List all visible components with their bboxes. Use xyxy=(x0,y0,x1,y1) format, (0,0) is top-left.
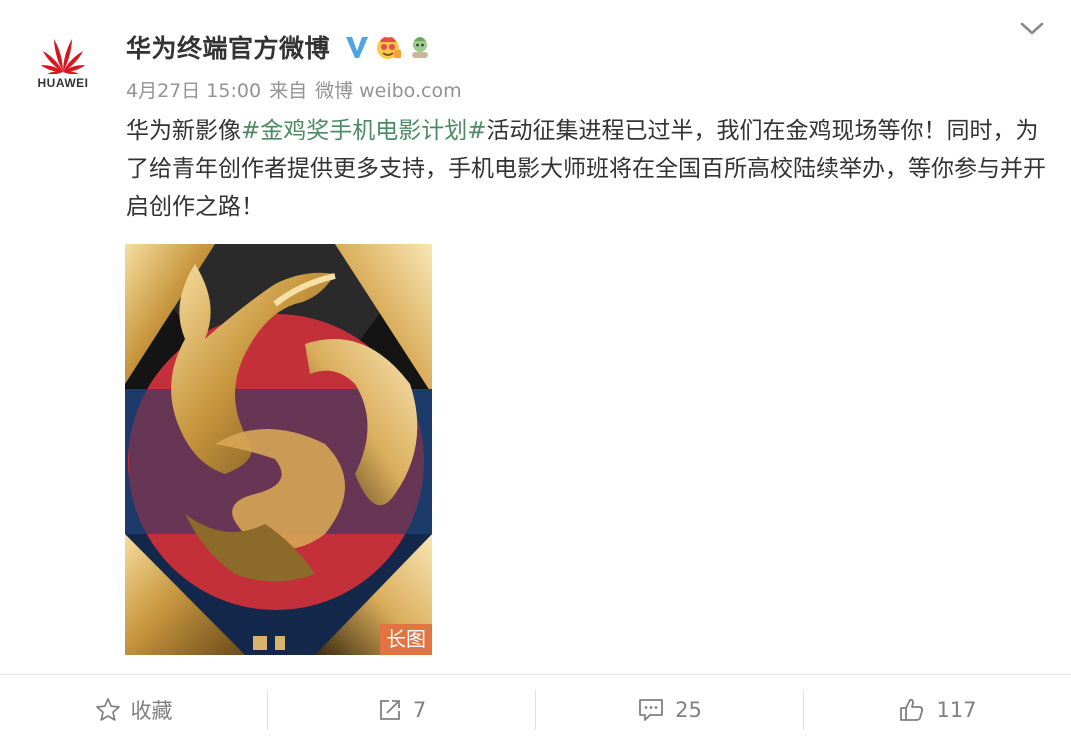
hashtag-link[interactable]: #金鸡奖手机电影计划# xyxy=(241,118,487,144)
post-meta: 4月27日 15:00 来自 微博 weibo.com xyxy=(126,76,462,103)
repost-button[interactable]: 7 xyxy=(268,686,535,734)
comment-button[interactable]: 25 xyxy=(536,686,803,734)
favorite-button[interactable]: 收藏 xyxy=(0,686,267,734)
post-text-before: 华为新影像 xyxy=(126,118,241,144)
post-time[interactable]: 4月27日 15:00 xyxy=(126,76,261,103)
huawei-logo-icon xyxy=(40,39,86,74)
avatar-brand-text: HUAWEI xyxy=(37,76,89,90)
like-button[interactable]: 117 xyxy=(804,686,1071,734)
action-bar: 收藏 7 25 117 xyxy=(0,686,1071,734)
avatar[interactable]: HUAWEI xyxy=(22,22,104,104)
like-count: 117 xyxy=(936,698,977,722)
comment-icon xyxy=(639,699,664,721)
green-sprite-badge-icon xyxy=(412,37,429,58)
author-name[interactable]: 华为终端官方微博 xyxy=(126,29,330,65)
long-image-badge: 长图 xyxy=(380,624,432,655)
divider xyxy=(0,674,1071,675)
thumbs-up-icon xyxy=(900,698,924,721)
post-image[interactable]: 长图 xyxy=(125,244,432,655)
chevron-down-icon[interactable] xyxy=(1019,18,1045,40)
post-text: 华为新影像#金鸡奖手机电影计划#活动征集进程已过半，我们在金鸡现场等你！同时，为… xyxy=(126,112,1046,226)
post-header: 华为终端官方微博 xyxy=(126,30,434,64)
favorite-label: 收藏 xyxy=(130,699,173,723)
comment-count: 25 xyxy=(675,698,702,722)
repost-icon xyxy=(379,700,400,720)
golden-rooster-poster-image xyxy=(125,244,432,655)
star-icon xyxy=(95,698,120,721)
member-emoji-badge-icon xyxy=(377,37,402,59)
verified-v-icon xyxy=(346,37,369,58)
repost-count: 7 xyxy=(412,698,427,722)
source-prefix: 来自 xyxy=(269,80,308,102)
post-source[interactable]: 微博 weibo.com xyxy=(315,76,462,103)
